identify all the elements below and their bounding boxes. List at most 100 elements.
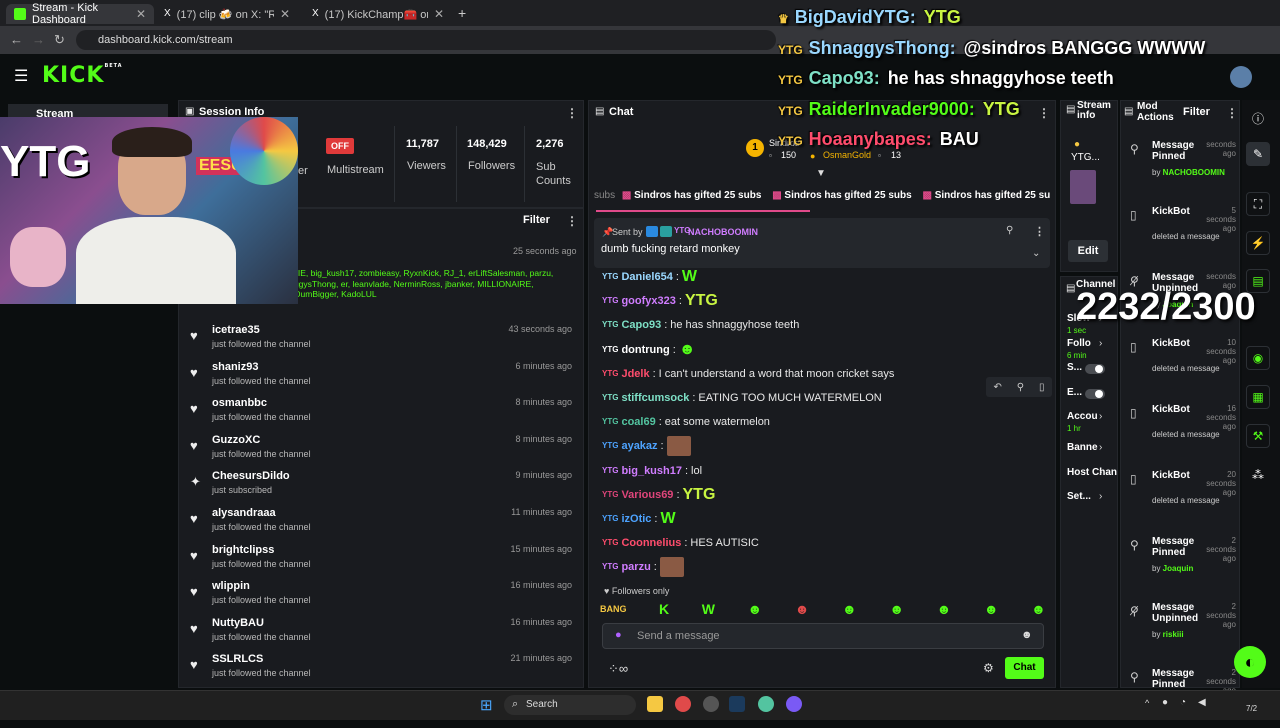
- wifi-icon[interactable]: ◔: [1180, 697, 1186, 708]
- obs-icon[interactable]: [703, 696, 719, 712]
- steam-icon[interactable]: [729, 696, 745, 712]
- close-tab-icon[interactable]: ✕: [434, 7, 444, 21]
- activity-filter-button[interactable]: Filter: [523, 214, 550, 226]
- mic-icon[interactable]: ●: [615, 629, 622, 641]
- chat-username[interactable]: Capo93: [621, 319, 661, 331]
- event-username[interactable]: CheesursDildo: [212, 470, 290, 482]
- undo-icon[interactable]: ↶: [993, 382, 1001, 393]
- event-username[interactable]: GuzzoXC: [212, 434, 260, 446]
- event-username[interactable]: brightclipss: [212, 544, 274, 556]
- event-username[interactable]: NuttyBAU: [212, 617, 264, 629]
- chat-username[interactable]: Daniel654: [621, 271, 672, 283]
- mod-action[interactable]: ▯ KickBot 16 seconds ago deleted a message: [1124, 404, 1238, 464]
- layout-icon[interactable]: ▦: [1246, 385, 1270, 409]
- pin-icon[interactable]: ⚲: [1017, 382, 1024, 393]
- expand-icon[interactable]: ⛶: [1246, 192, 1270, 216]
- send-chat-button[interactable]: Chat: [1005, 657, 1044, 679]
- mod-action[interactable]: ⚲ Message Pinned 2 seconds ago by Joaquin: [1124, 536, 1238, 596]
- address-bar[interactable]: dashboard.kick.com/stream: [76, 30, 776, 50]
- chat-username[interactable]: izOtic: [621, 513, 651, 525]
- event-username[interactable]: osmanbbc: [212, 397, 267, 409]
- mic-icon[interactable]: ●: [1162, 697, 1168, 708]
- kebab-menu-icon[interactable]: ⋮: [1034, 225, 1045, 238]
- avatar[interactable]: [1230, 66, 1252, 88]
- chevron-down-icon[interactable]: ⌄: [1032, 248, 1040, 259]
- activity-event[interactable]: ♥ SSLRLCS just followed the channel 21 minu…: [182, 651, 582, 687]
- event-username[interactable]: icetrae35: [212, 324, 260, 336]
- chevron-right-icon[interactable]: ›: [1099, 491, 1102, 502]
- status-badge[interactable]: OFF: [326, 138, 354, 154]
- setting-toggle[interactable]: [1085, 364, 1105, 375]
- kebab-menu-icon[interactable]: ⋮: [566, 214, 578, 228]
- emoji-icon[interactable]: ☻: [1021, 629, 1033, 641]
- delete-icon[interactable]: ▯: [1039, 382, 1045, 393]
- chat-username[interactable]: goofyx323: [621, 295, 675, 307]
- lightning-icon[interactable]: ⚡: [1246, 231, 1270, 255]
- menu-icon[interactable]: ☰: [14, 66, 28, 86]
- pinned-message[interactable]: 📌 Sent by YTG NACHOBOOMIN dumb fucking r…: [594, 218, 1050, 268]
- tray-chevron-icon[interactable]: ^: [1145, 698, 1149, 708]
- chevron-right-icon[interactable]: ›: [1099, 467, 1102, 478]
- chat-message[interactable]: YTG big_kush17: lol: [602, 461, 702, 481]
- chat-username[interactable]: dontrung: [621, 344, 669, 356]
- setting-label[interactable]: E...: [1067, 387, 1082, 398]
- emote-button[interactable]: W: [702, 600, 715, 618]
- connections-icon[interactable]: ⁂: [1252, 468, 1264, 482]
- chevron-right-icon[interactable]: ›: [1099, 411, 1102, 422]
- actor-name[interactable]: riskiii: [1163, 630, 1184, 639]
- setting-label[interactable]: Host Chan: [1067, 467, 1117, 478]
- activity-event[interactable]: ♥ alysandraaa just followed the channel 11 …: [182, 505, 582, 541]
- chat-username[interactable]: Jdelk: [621, 368, 649, 380]
- pinned-sender[interactable]: NACHOBOOMIN: [688, 227, 758, 237]
- volume-icon[interactable]: ◀: [1198, 697, 1206, 708]
- browser-tab[interactable]: X (17) clip 🍻 on X: "Rakai CALLS ✕: [156, 4, 298, 24]
- chat-message[interactable]: YTG dontrung: ☻: [602, 340, 696, 360]
- expand-chevron-icon[interactable]: ▼: [816, 168, 826, 179]
- mod-action[interactable]: ▯ KickBot 20 seconds ago deleted a message: [1124, 470, 1238, 530]
- edit-icon[interactable]: ✎: [1246, 142, 1270, 166]
- activity-event[interactable]: ✦ CheesursDildo just subscribed 9 minutes a…: [182, 468, 582, 504]
- chat-message[interactable]: YTG Jdelk: I can't understand a word that …: [602, 364, 894, 384]
- emote-button[interactable]: ☻: [984, 600, 999, 618]
- event-username[interactable]: wlippin: [212, 580, 250, 592]
- kebab-menu-icon[interactable]: ⋮: [1226, 106, 1238, 120]
- emote-button[interactable]: ☻: [889, 600, 904, 618]
- chat-message[interactable]: YTG Coonnelius: HES AUTISIC: [602, 533, 759, 553]
- chat-username[interactable]: big_kush17: [621, 465, 682, 477]
- taskbar-search[interactable]: ⌕ Search: [504, 695, 636, 715]
- activity-event[interactable]: ♥ wlippin just followed the channel 16 minu…: [182, 578, 582, 614]
- chevron-right-icon[interactable]: ›: [1099, 442, 1102, 453]
- back-icon[interactable]: ←: [10, 32, 23, 47]
- chrome-canary-icon[interactable]: [758, 696, 774, 712]
- info-icon[interactable]: ⓘ: [1252, 110, 1264, 127]
- activity-event[interactable]: ♥ osmanbbc just followed the channel 8 minu…: [182, 395, 582, 431]
- new-tab-button[interactable]: +: [458, 5, 466, 21]
- chrome-icon[interactable]: [675, 696, 691, 712]
- setting-label[interactable]: Banne: [1067, 442, 1098, 453]
- setting-toggle[interactable]: [1085, 388, 1105, 399]
- chat-message[interactable]: YTG stiffcumsock: EATING TOO MUCH WATERMEL…: [602, 388, 882, 408]
- chat-message[interactable]: YTG Daniel654: W: [602, 267, 697, 287]
- mod-action[interactable]: ⚲̸ Message Unpinned 2 seconds ago by riskii…: [1124, 602, 1238, 662]
- reload-icon[interactable]: ↻: [54, 32, 65, 48]
- file-explorer-icon[interactable]: [647, 696, 663, 712]
- chat-username[interactable]: Coonnelius: [621, 537, 681, 549]
- emote-button[interactable]: ☻: [842, 600, 857, 618]
- windows-start-icon[interactable]: ⊞: [480, 696, 493, 714]
- chat-message[interactable]: YTG coal69: eat some watermelon: [602, 412, 770, 432]
- chat-message[interactable]: YTG parzu:: [602, 557, 684, 578]
- activity-event[interactable]: ♥ NuttyBAU just followed the channel 16 min…: [182, 615, 582, 651]
- chat-username[interactable]: parzu: [621, 561, 650, 573]
- chat-message[interactable]: YTG Capo93: he has shnaggyhose teeth: [602, 315, 799, 335]
- edit-stream-button[interactable]: Edit: [1068, 240, 1108, 262]
- event-username[interactable]: shaniz93: [212, 361, 258, 373]
- setting-label[interactable]: S...: [1067, 362, 1082, 373]
- actor-name[interactable]: Joaquin: [1163, 564, 1194, 573]
- setting-label[interactable]: Accou: [1067, 411, 1098, 422]
- chat-username[interactable]: Various69: [621, 489, 673, 501]
- activity-event[interactable]: ♥ shaniz93 just followed the channel 6 minu…: [182, 359, 582, 395]
- chat-message[interactable]: YTG izOtic: W: [602, 509, 676, 529]
- emote-button[interactable]: K: [659, 600, 669, 618]
- broadcast-icon[interactable]: ◉: [1246, 346, 1270, 370]
- kebab-menu-icon[interactable]: ⋮: [566, 106, 578, 120]
